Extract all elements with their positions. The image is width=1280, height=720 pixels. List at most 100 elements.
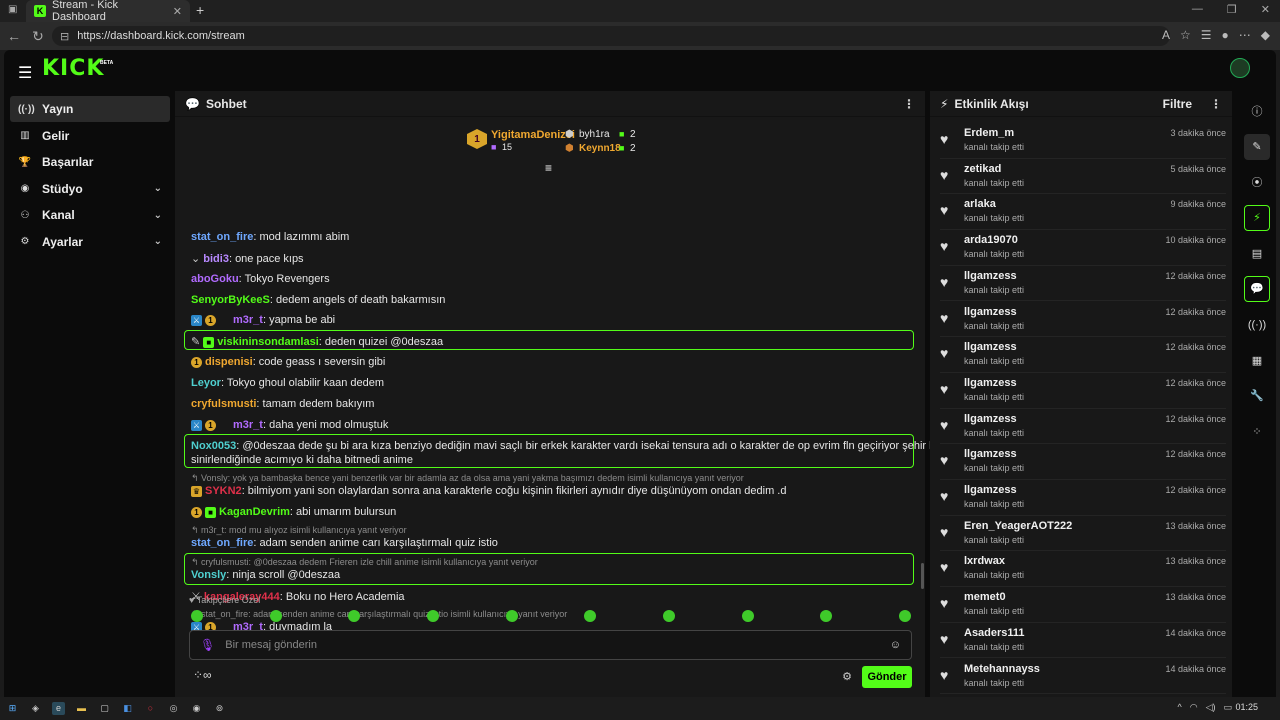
emote-icon[interactable]	[426, 610, 439, 622]
activity-username[interactable]: zetikad	[964, 163, 1001, 175]
collections-icon[interactable]: ☰	[1201, 28, 1212, 42]
activity-username[interactable]: llgamzess	[964, 484, 1017, 496]
chat-username[interactable]: SenyorByKeeS	[191, 294, 270, 306]
new-tab-button[interactable]: +	[196, 2, 204, 18]
activity-username[interactable]: Erdem_m	[964, 127, 1014, 139]
chat-username[interactable]: aboGoku	[191, 273, 239, 285]
activity-username[interactable]: memet0	[964, 591, 1006, 603]
chat-username[interactable]: bidi3	[203, 253, 229, 265]
layers-icon[interactable]: ▦	[1244, 347, 1270, 373]
wifi-icon[interactable]: ◠	[1190, 702, 1198, 713]
reload-icon[interactable]: ↻	[28, 28, 48, 45]
minimize-icon[interactable]: —	[1192, 3, 1203, 16]
site-info-icon[interactable]: ⊟	[60, 30, 69, 43]
activity-username[interactable]: llgamzess	[964, 306, 1017, 318]
edit-icon[interactable]: ✎	[1244, 133, 1270, 160]
activity-item[interactable]: ♥ arda19070 kanalı takip etti 10 dakika önc…	[940, 230, 1226, 266]
activity-toggle-icon[interactable]: ⚡	[1244, 204, 1270, 231]
chat-scrollbar[interactable]	[921, 563, 924, 589]
app-icon[interactable]: ▢	[98, 702, 111, 715]
nodes-icon[interactable]: ⁘	[1244, 418, 1270, 444]
chat-username[interactable]: stat_on_fire	[191, 537, 253, 549]
tab-actions-icon[interactable]: ▣	[8, 4, 17, 15]
chat-username[interactable]: stat_on_fire	[191, 231, 253, 243]
opera-icon[interactable]: ○	[144, 702, 157, 715]
filter-button[interactable]: Filtre	[1163, 97, 1192, 111]
wrench-icon[interactable]: 🔧	[1244, 383, 1270, 409]
sidebar-item-yayin[interactable]: ((·)) Yayın	[10, 96, 170, 122]
steam-icon[interactable]: ◉	[190, 702, 203, 715]
notes-icon[interactable]: ▤	[1244, 240, 1270, 266]
broadcast-icon[interactable]: ((·))	[1244, 312, 1270, 338]
activity-more-icon[interactable]: ⋮	[1210, 97, 1222, 111]
favorite-star-icon[interactable]: ☆	[1180, 28, 1191, 42]
activity-username[interactable]: llgamzess	[964, 270, 1017, 282]
send-button[interactable]: Gönder	[862, 666, 912, 688]
activity-username[interactable]: llgamzess	[964, 448, 1017, 460]
app2-icon[interactable]: ⊚	[213, 702, 226, 715]
chat-username[interactable]: viskininsondamlasi	[217, 336, 318, 348]
maximize-icon[interactable]: ❐	[1227, 3, 1237, 16]
file-explorer-icon[interactable]: ▬	[75, 702, 88, 715]
chat-username[interactable]: m3r_t	[233, 419, 263, 431]
chat-username[interactable]: SYKN2	[205, 485, 242, 497]
chevron-up-icon[interactable]: ^	[1177, 702, 1181, 713]
activity-item[interactable]: ♥ llgamzess kanalı takip etti 12 dakika önc…	[940, 373, 1226, 409]
points-infinity-icon[interactable]: ⁘∞	[193, 668, 212, 682]
chat-toggle-icon[interactable]: 💬	[1244, 275, 1270, 302]
activity-item[interactable]: ♥ lxrdwax kanalı takip etti 13 dakika önce	[940, 551, 1226, 588]
emote-icon[interactable]	[348, 610, 361, 622]
expand-icon[interactable]: ≡	[545, 161, 552, 175]
copilot-icon[interactable]: ◆	[1261, 28, 1270, 42]
activity-item[interactable]: ♥ Asaders111 kanalı takip etti 14 dakika ön…	[940, 623, 1226, 659]
activity-item[interactable]: ♥ zetikad kanalı takip etti 5 dakika önce	[940, 159, 1226, 195]
emoji-picker-icon[interactable]: ☺	[890, 639, 901, 651]
browser-icon[interactable]: ◎	[167, 702, 180, 715]
activity-item[interactable]: ♥ llgamzess kanalı takip etti 12 dakika önc…	[940, 444, 1226, 480]
activity-item[interactable]: ♥ Eren_YeagerAOT222 kanalı takip etti 13 da…	[940, 516, 1226, 552]
activity-item[interactable]: ♥ llgamzess kanalı takip etti 12 dakika önc…	[940, 337, 1226, 373]
activity-username[interactable]: Metehannayss	[964, 663, 1040, 675]
microphone-icon[interactable]: 🎙	[200, 638, 215, 652]
back-icon[interactable]: ←	[4, 28, 24, 44]
emote-icon[interactable]	[741, 610, 754, 622]
activity-username[interactable]: arlaka	[964, 198, 996, 210]
close-tab-icon[interactable]: ✕	[173, 5, 182, 18]
battery-icon[interactable]: ▭	[1223, 702, 1232, 713]
emote-icon[interactable]	[269, 610, 282, 622]
emote-icon[interactable]	[191, 610, 203, 622]
chat-input[interactable]: 🎙 Bir mesaj gönderin ☺	[189, 630, 912, 660]
sidebar-item-basarilar[interactable]: 🏆 Başarılar	[10, 149, 170, 175]
activity-username[interactable]: Eren_YeagerAOT222	[964, 520, 1072, 532]
activity-item[interactable]: ♥ Erdem_m kanalı takip etti 3 dakika önce	[940, 123, 1226, 159]
read-aloud-icon[interactable]: A	[1162, 28, 1170, 42]
chat-username[interactable]: Nox0053	[191, 440, 236, 452]
edge-icon[interactable]: e	[52, 702, 65, 715]
activity-item[interactable]: ♥ llgamzess kanalı takip etti 12 dakika önc…	[940, 480, 1226, 516]
chat-username[interactable]: Leyor	[191, 377, 221, 389]
activity-item[interactable]: ♥ llgamzess kanalı takip etti 12 dakika önc…	[940, 409, 1226, 445]
hamburger-menu-icon[interactable]: ☰	[18, 63, 32, 83]
chat-username[interactable]: KaganDevrim	[219, 506, 290, 518]
emote-icon[interactable]	[898, 610, 911, 622]
sidebar-item-ayarlar[interactable]: ⚙ Ayarlar ⌄	[10, 229, 170, 255]
chat-username[interactable]: m3r_t	[233, 314, 263, 326]
clock[interactable]: 01:25	[1235, 702, 1258, 712]
chat-settings-icon[interactable]: ⚙	[842, 670, 852, 683]
windows-start-icon[interactable]: ⊞	[6, 702, 19, 715]
activity-item[interactable]: ♥ Metehannayss kanalı takip etti 14 dakika …	[940, 659, 1226, 695]
outlook-icon[interactable]: ◧	[121, 702, 134, 715]
activity-username[interactable]: llgamzess	[964, 341, 1017, 353]
activity-username[interactable]: Asaders111	[964, 627, 1025, 639]
focus-icon[interactable]: ⦿	[1244, 169, 1270, 195]
activity-item[interactable]: ♥ llgamzess kanalı takip etti 12 dakika önc…	[940, 302, 1226, 338]
volume-icon[interactable]: ◁)	[1206, 702, 1216, 713]
emote-icon[interactable]	[662, 610, 675, 622]
activity-username[interactable]: lxrdwax	[964, 555, 1005, 567]
user-avatar[interactable]	[1230, 58, 1250, 78]
activity-item[interactable]: ♥ llgamzess kanalı takip etti 12 dakika önc…	[940, 266, 1226, 302]
chat-username[interactable]: Vonsly	[191, 569, 226, 581]
more-icon[interactable]: ⋯	[1239, 28, 1251, 42]
kick-logo[interactable]: KICK	[42, 56, 104, 81]
profile-icon[interactable]: ●	[1222, 28, 1229, 42]
